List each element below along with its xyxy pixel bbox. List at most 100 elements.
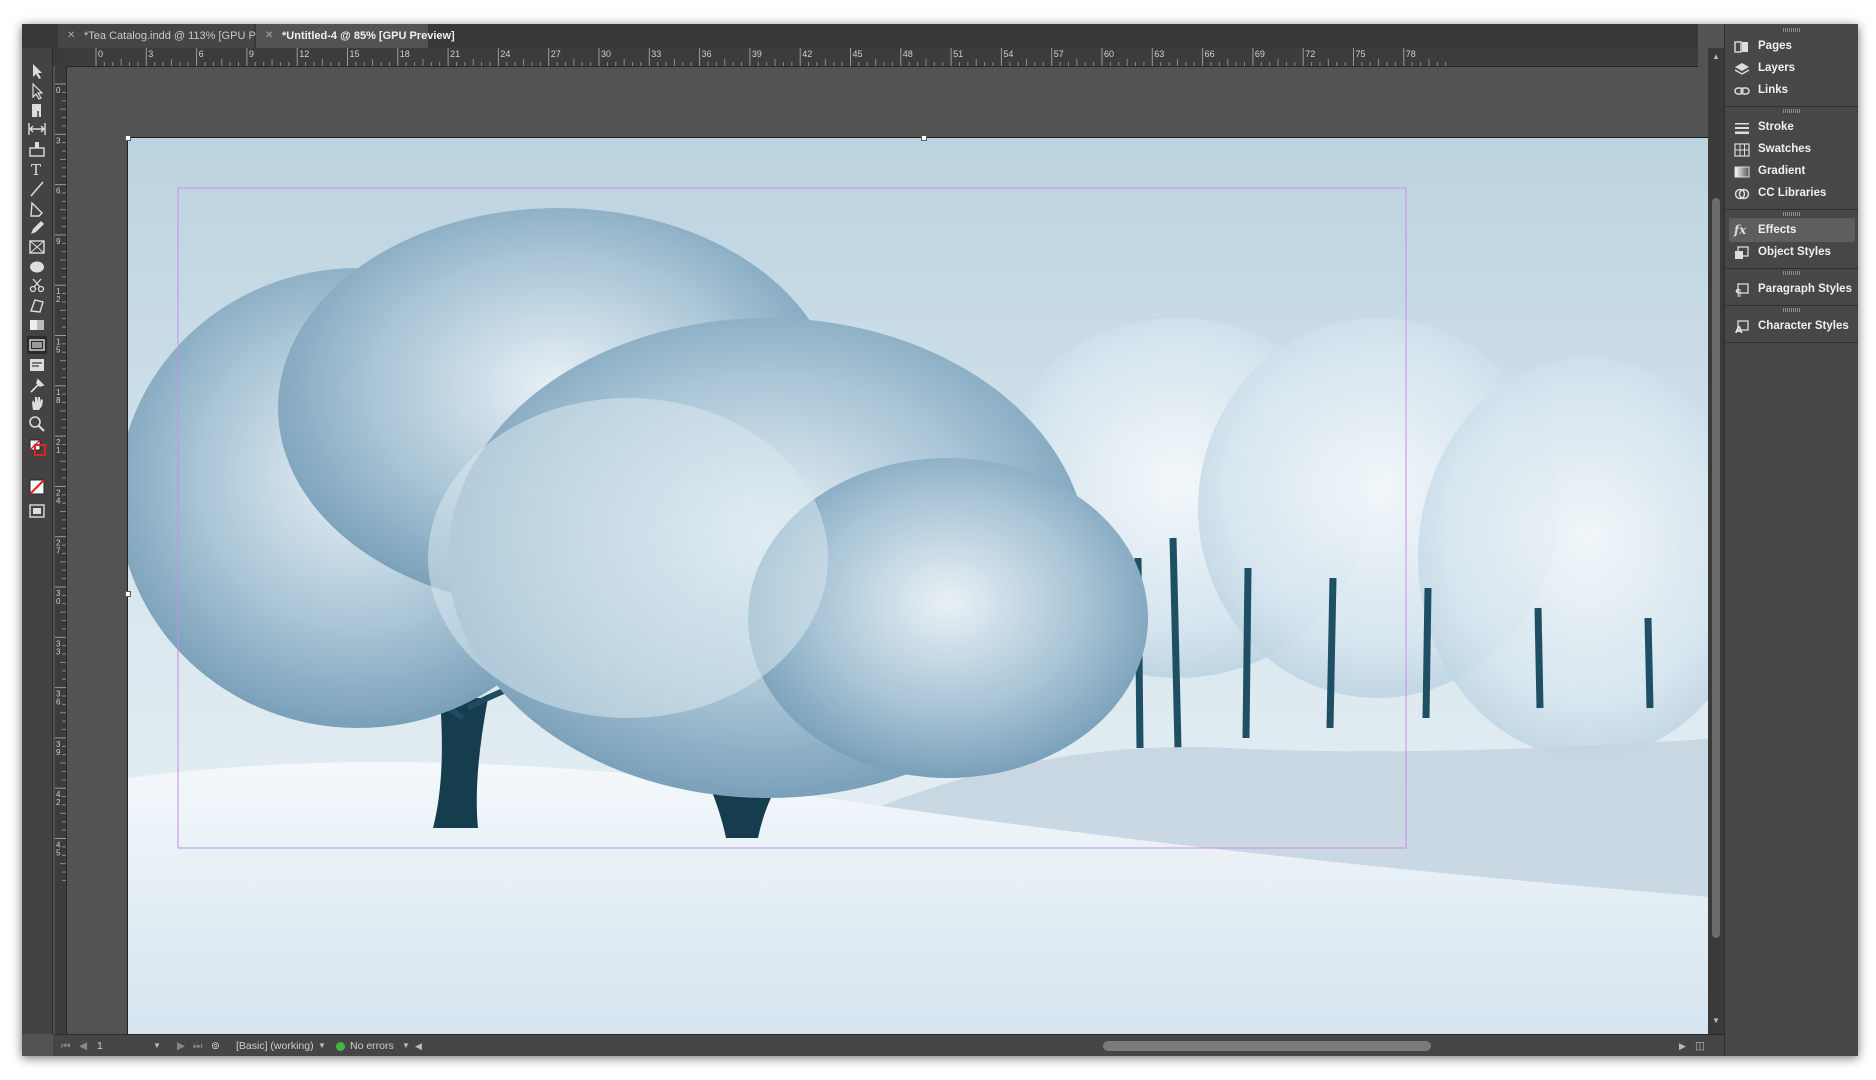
panel-cc-libraries[interactable]: CC Libraries [1729,181,1855,205]
placed-image-frame[interactable] [127,137,1723,1050]
scroll-left-icon[interactable]: ◀ [415,1035,422,1056]
selection-tool[interactable] [27,62,47,80]
direct-selection-icon [32,82,44,100]
ruler-label: 48 [903,49,913,59]
apply-none-button[interactable] [27,478,47,496]
horizontal-scroll-thumb[interactable] [1103,1041,1431,1051]
vertical-ruler[interactable]: 0369121518212427303336394245 [55,66,67,1034]
svg-text:T: T [31,161,41,178]
panel-grip[interactable] [1783,109,1801,113]
horizontal-ruler[interactable]: 0 3 6 9 12 15 18 21 24 27 30 33 36 39 42 45 48 51 54 57 60 63… [66,48,1698,67]
document-tab-bar: ✕ *Tea Catalog.indd @ 113% [GPU Preview]… [22,24,1698,48]
page-tool[interactable] [27,102,47,120]
screen-mode-button[interactable] [27,502,47,520]
layers-icon [1734,61,1750,75]
ellipse-icon [30,261,44,273]
tools-panel: T [22,48,53,1034]
apply-none-icon [29,479,45,495]
ruler-label: 60 [1104,49,1114,59]
hand-icon [32,397,43,410]
scroll-right-icon[interactable]: ▶ [1679,1035,1686,1056]
panel-character-styles[interactable]: A Character Styles [1729,314,1855,338]
character-styles-icon: A [1734,319,1750,336]
panel-layers[interactable]: Layers [1729,56,1855,80]
free-transform-icon [30,299,44,313]
svg-text:A: A [1735,325,1743,334]
ruler-label: 72 [1305,49,1315,59]
panel-object-styles[interactable]: Object Styles [1729,240,1855,264]
previous-page-icon[interactable]: ◀ [79,1035,87,1056]
pasteboard[interactable] [67,67,1723,1050]
open-document-icon[interactable]: ⊚ [211,1035,220,1056]
ruler-label: 45 [853,49,863,59]
rectangle-frame-tool[interactable] [27,238,47,256]
direct-selection-tool[interactable] [27,82,47,100]
type-tool[interactable]: T [27,160,47,178]
indesign-window: ✕ *Tea Catalog.indd @ 113% [GPU Preview]… [22,24,1858,1056]
gap-tool[interactable] [27,120,47,138]
type-icon: T [31,161,41,178]
frame-handle-top-left[interactable] [125,135,131,141]
eyedropper-icon [30,378,45,393]
panel-paragraph-styles[interactable]: ¶ Paragraph Styles [1729,277,1855,301]
panel-stroke[interactable]: Stroke [1729,115,1855,139]
fill-stroke-swatch[interactable] [27,438,47,456]
profile-dropdown-icon[interactable]: ▼ [318,1035,326,1056]
screen-mode-icon [29,504,45,518]
gap-icon [28,123,46,135]
panel-dock: Pages Layers Links Stroke Swatches Gradi… [1724,24,1858,1056]
close-tab-icon[interactable]: ✕ [67,24,75,48]
pencil-tool[interactable] [27,218,47,236]
ellipse-tool[interactable] [27,258,47,276]
scroll-down-icon[interactable]: ▼ [1712,1016,1720,1025]
ruler-label: 1 [56,446,61,455]
split-window-icon[interactable]: ◫ [1695,1035,1705,1056]
scissors-tool[interactable] [27,276,47,294]
ruler-label: 57 [1054,49,1064,59]
panel-grip[interactable] [1783,308,1801,312]
page-dropdown-icon[interactable]: ▼ [153,1035,161,1056]
panel-grip[interactable] [1783,28,1801,32]
content-collector-tool[interactable] [27,140,47,158]
ruler-label: 2 [56,295,61,304]
frame-handle-middle-left[interactable] [125,591,131,597]
panel-grip[interactable] [1783,271,1801,275]
preflight-profile[interactable]: [Basic] (working) [236,1035,314,1056]
eyedropper-tool[interactable] [27,376,47,394]
paragraph-styles-icon: ¶ [1734,282,1750,299]
ruler-origin[interactable] [53,48,66,66]
ruler-label: 6 [56,698,61,707]
panel-swatches[interactable]: Swatches [1729,137,1855,161]
panel-links[interactable]: Links [1729,78,1855,102]
frame-handle-top-middle[interactable] [921,135,927,141]
scroll-up-icon[interactable]: ▲ [1712,52,1720,61]
free-transform-tool[interactable] [27,296,47,314]
vertical-scroll-thumb[interactable] [1712,198,1720,938]
zoom-tool[interactable] [27,414,47,432]
next-page-icon[interactable]: ▶ [177,1035,185,1056]
note-tool[interactable] [27,356,47,374]
preflight-status-icon [336,1042,345,1051]
first-page-icon[interactable]: ⏮ [61,1035,70,1056]
hand-tool[interactable] [27,394,47,412]
gradient-swatch-tool[interactable] [27,316,47,334]
tab-tea-catalog[interactable]: ✕ *Tea Catalog.indd @ 113% [GPU Preview] [58,24,291,48]
tab-untitled-4[interactable]: ✕ *Untitled-4 @ 85% [GPU Preview] [256,24,455,48]
panel-pages[interactable]: Pages [1729,34,1855,58]
pen-tool[interactable] [27,200,47,218]
gradient-feather-tool[interactable] [27,336,47,354]
panel-gradient[interactable]: Gradient [1729,159,1855,183]
last-page-icon[interactable]: ⏭ [193,1035,202,1056]
panel-effects[interactable]: fx Effects [1729,218,1855,242]
vertical-scrollbar[interactable]: ▲ ▼ [1708,48,1724,1034]
ruler-label: 42 [802,49,812,59]
line-tool[interactable] [27,180,47,198]
ruler-label: 0 [56,86,61,95]
fill-stroke-icon [29,439,46,456]
panel-grip[interactable] [1783,212,1801,216]
ruler-label: 63 [1154,49,1164,59]
preflight-status[interactable]: No errors [350,1035,394,1056]
page-icon [32,104,41,120]
close-tab-icon[interactable]: ✕ [265,24,273,48]
preflight-dropdown-icon[interactable]: ▼ [402,1035,410,1056]
